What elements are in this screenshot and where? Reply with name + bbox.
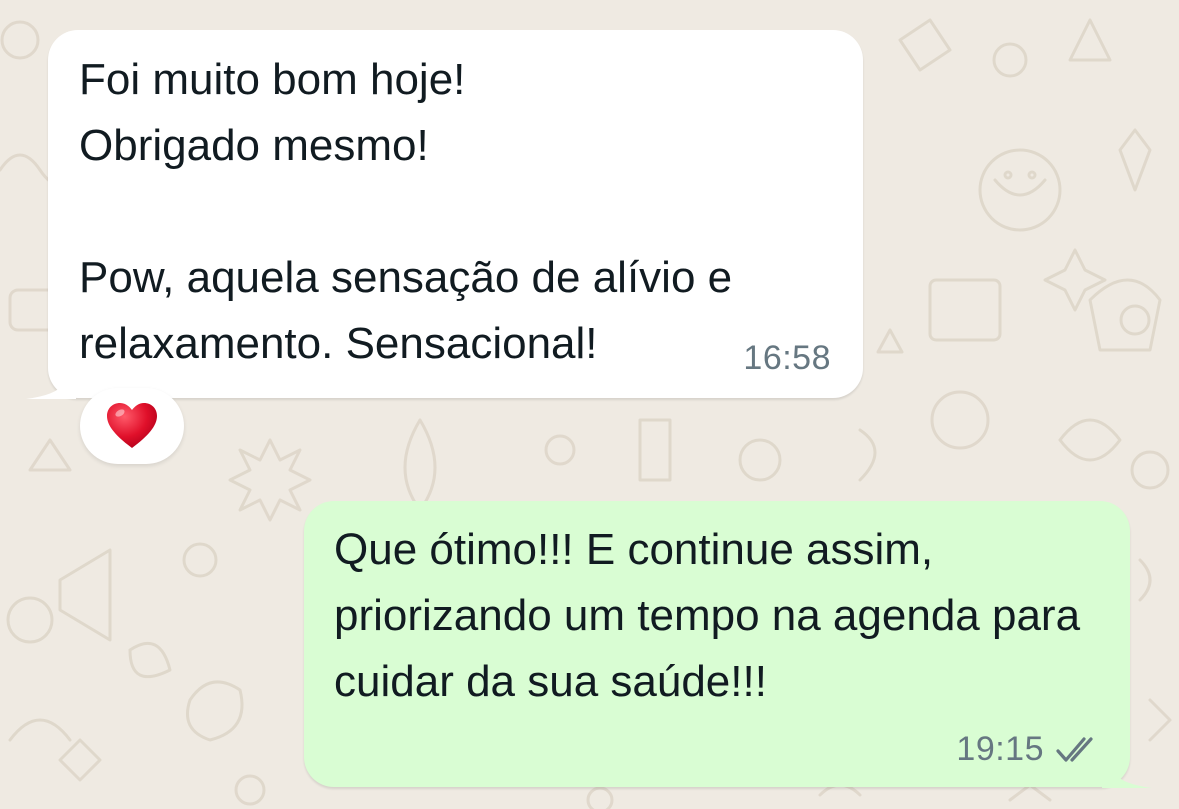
- incoming-message-bubble[interactable]: Foi muito bom hoje! Obrigado mesmo! Pow,…: [26, 30, 863, 399]
- message-meta: 19:15: [956, 730, 1102, 769]
- heart-reaction[interactable]: [80, 388, 184, 464]
- outgoing-message-bubble[interactable]: Que ótimo!!! E continue assim, priorizan…: [304, 501, 1152, 788]
- incoming-message-text: Foi muito bom hoje! Obrigado mesmo! Pow,…: [79, 55, 733, 368]
- heart-icon: [107, 403, 157, 448]
- bubble-tail: [26, 355, 76, 399]
- read-double-check-icon: [1056, 736, 1093, 762]
- outgoing-message-text: Que ótimo!!! E continue assim, priorizan…: [334, 525, 1093, 706]
- outgoing-message-time: 19:15: [956, 730, 1044, 768]
- incoming-message-time: 16:58: [743, 339, 831, 377]
